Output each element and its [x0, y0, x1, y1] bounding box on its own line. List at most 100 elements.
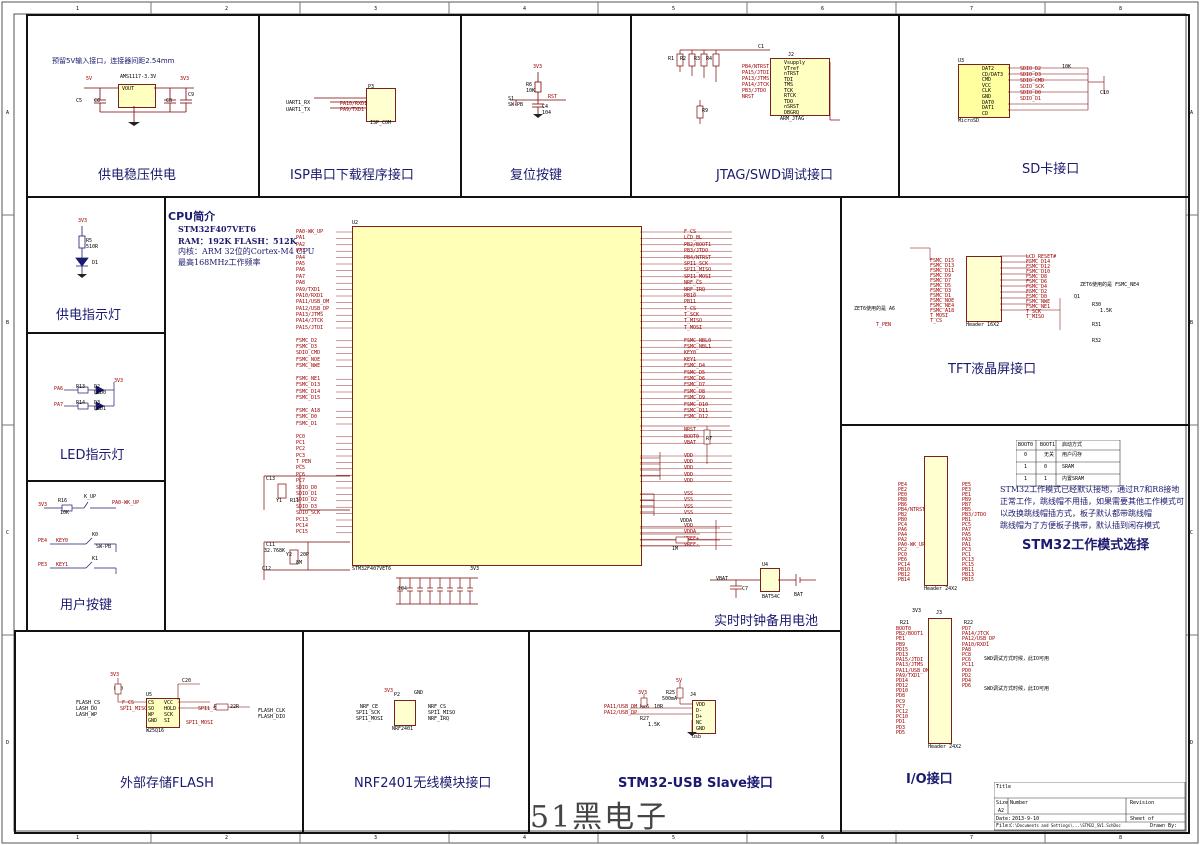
jtag-r1: R1: [668, 56, 675, 62]
frame-row-label: B: [6, 320, 10, 326]
reset-net: RST: [548, 94, 558, 100]
tb-drawn: Drawn By:: [1150, 823, 1178, 829]
tb-size-val: A2: [998, 808, 1005, 814]
mcu-r7: R7: [706, 436, 713, 442]
frame-col-label: 1: [76, 6, 80, 12]
nrf-mosi: SPI1_MOSI: [356, 716, 384, 722]
frame-col-label: 7: [970, 6, 974, 12]
boot-header: [924, 456, 948, 586]
jtag-r9: R9: [702, 108, 709, 114]
sd-wires: [1008, 67, 1105, 111]
frame-col-label: 4: [523, 835, 527, 841]
keys-key0: KEY0: [56, 538, 69, 544]
power-wires: [84, 87, 194, 126]
pwr-5v: 5V: [86, 76, 93, 82]
ldo-vout: VOUT: [122, 86, 135, 92]
tb-title: Title: [996, 784, 1012, 790]
led-led1: LED1: [94, 406, 107, 412]
boot-r2c1: 1: [1024, 464, 1028, 470]
nrf-conn-name: NRF2401: [392, 726, 414, 732]
pled-d1: D1: [92, 260, 99, 266]
isp-wires: [314, 97, 366, 109]
battery-title: 实时时钟备用电池: [714, 614, 819, 629]
io-3v3: 3V3: [912, 608, 922, 614]
power-note: 预留5V输入接口，连接器间距2.54mm: [52, 57, 175, 65]
keys-r16: R16: [58, 498, 68, 504]
mcu-power-wires: [640, 425, 730, 550]
boot-left-net: PB14: [898, 577, 911, 583]
sd-pin-list: DAT2 CD/DAT3 CMD VCC CLK GND DAT0 DAT1 CD: [982, 66, 1003, 116]
boot-title: STM32工作模式选择: [1022, 538, 1150, 553]
power-led-title: 供电指示灯: [56, 308, 122, 323]
crystal-c12: C12: [262, 566, 272, 572]
nrf-connector: [394, 700, 416, 726]
schematic-sheet: 1122334455667788AABBCCDD 预留5V输入接口，连接器间距2…: [0, 0, 1200, 845]
boot-th-boot1: BOOT1: [1040, 442, 1056, 448]
pled-510: 510R: [86, 244, 99, 250]
tft-title: TFT液晶屏接口: [948, 362, 1037, 377]
frame-row-label: C: [6, 530, 10, 536]
isp-connector: [366, 88, 396, 122]
flash-wires: [114, 678, 250, 711]
isp-title: ISP串口下载程序接口: [290, 168, 414, 183]
decoupling-caps: [396, 577, 478, 605]
tb-file: File:: [996, 823, 1012, 829]
keys-3v3: 3V3: [38, 502, 48, 508]
sd-ref: U3: [958, 58, 965, 64]
sd-c10: C10: [1100, 90, 1110, 96]
reset-wires: [510, 72, 566, 118]
frame-row-label: D: [6, 740, 10, 746]
boot-r2c3: SRAM: [1062, 464, 1075, 470]
tft-q1: Q1: [1074, 294, 1081, 300]
io-note-1: SWD调试方式时候，此IO可用: [984, 656, 1050, 662]
jtag-j2: J2: [788, 52, 795, 58]
frame-col-label: 4: [523, 6, 527, 12]
frame-col-label: 5: [672, 835, 676, 841]
frame-row-label: B: [1190, 320, 1194, 326]
boot-r3c2: 1: [1044, 476, 1048, 482]
boot-left-nets: PE4 PE2 PE0 PB8 PB6 PB4/NTRST PB2 PB0 PC4 PA6 PA4 P…: [898, 482, 925, 583]
boot-conn-name: Header 24X2: [924, 586, 958, 592]
frame-col-label: 7: [970, 835, 974, 841]
usb-wires: [630, 682, 697, 736]
crystal-y1: Y1: [276, 498, 283, 504]
io-r22: R22: [964, 620, 974, 626]
boot-th-mode: 启动方式: [1062, 442, 1083, 448]
boot-th-boot0: BOOT0: [1018, 442, 1034, 448]
frame-col-label: 3: [374, 6, 378, 12]
nrf-gnd: GND: [414, 690, 424, 696]
tb-revision: Revision: [1130, 800, 1155, 806]
tb-sheet: Sheet of: [1130, 816, 1155, 822]
io-title: I/O接口: [906, 772, 953, 787]
cpu-line-3: 内核：ARM 32位的Cortex-M4 CPU: [178, 247, 315, 256]
power-title: 供电稳压供电: [98, 168, 177, 183]
keys-10k: 10K: [60, 510, 70, 516]
io-r21: R21: [900, 620, 910, 626]
led-r14: R14: [76, 400, 86, 406]
sd-title: SD卡接口: [1022, 162, 1080, 177]
battery-c7: C7: [742, 586, 749, 592]
frame-row-label: A: [6, 110, 10, 116]
tft-wires: [910, 247, 1061, 330]
jtag-r4: R4: [706, 56, 713, 62]
pwr-c8: C8: [166, 98, 173, 104]
crystal-wires: [263, 475, 350, 580]
isp-conn-name: ISP_COM: [370, 120, 392, 126]
cpu-line-1: STM32F407VET6: [178, 224, 256, 234]
pled-3v3: 3V3: [78, 218, 88, 224]
reset-swpb: SW-PB: [508, 102, 524, 108]
boot-r2c2: 0: [1044, 464, 1048, 470]
boot-r3c3: 内置SRAM: [1062, 476, 1085, 482]
boot-r1c2: 无关: [1044, 452, 1055, 458]
flash-net-wp: LASH_WP: [76, 712, 98, 718]
tft-note-a6: ZET6使用的是 A6: [854, 306, 896, 312]
frame-row-label: D: [1190, 740, 1194, 746]
tb-size: Size: [996, 800, 1009, 806]
reset-title: 复位按键: [510, 168, 563, 183]
crystal-r10: 20P: [300, 552, 310, 558]
pwr-c5: C5: [76, 98, 83, 104]
cpu-heading: CPU简介: [168, 210, 216, 223]
jtag-wires: [676, 49, 840, 124]
io-left-net: PA11/USB_DM: [896, 667, 930, 674]
led-3v3: 3V3: [114, 378, 124, 384]
